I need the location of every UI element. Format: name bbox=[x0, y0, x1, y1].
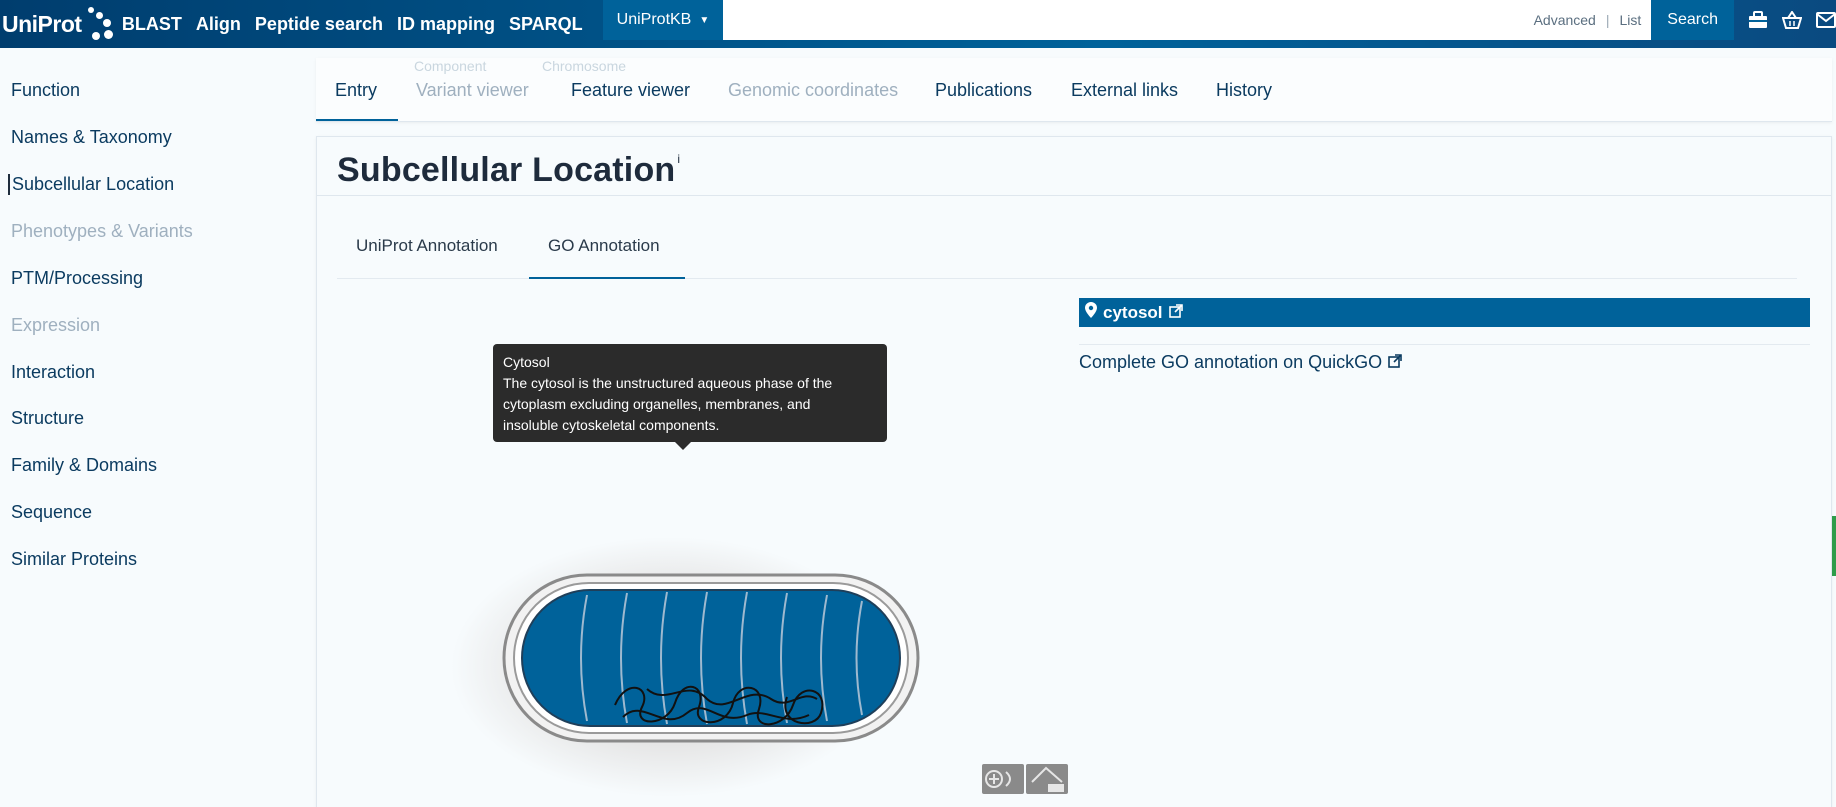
scroll-indicator[interactable] bbox=[1832, 516, 1836, 576]
tooltip-title: Cytosol bbox=[503, 354, 550, 370]
tab-feature-viewer[interactable]: Feature viewer bbox=[571, 80, 690, 101]
sidebar-item-phenotypes-variants: Phenotypes & Variants bbox=[11, 221, 193, 241]
advanced-search-link[interactable]: Advanced bbox=[1534, 12, 1596, 28]
sidebar-item-similar-proteins[interactable]: Similar Proteins bbox=[11, 549, 137, 570]
partner-logos bbox=[982, 764, 1068, 794]
list-search-link[interactable]: List bbox=[1620, 12, 1642, 28]
cytosol-region[interactable] bbox=[521, 589, 901, 727]
subtab-uniprot-annotation[interactable]: UniProt Annotation bbox=[356, 236, 498, 256]
search-links: Advanced | List bbox=[1534, 12, 1642, 28]
subcellular-location-card: Subcellular Location i UniProt Annotation… bbox=[316, 136, 1832, 807]
sidebar-item-expression: Expression bbox=[11, 315, 101, 335]
tooltip-description-line: cytoplasm excluding organelles, membrane… bbox=[503, 396, 811, 412]
nav-align[interactable]: Align bbox=[196, 14, 241, 35]
sidebar-item-sequence[interactable]: Sequence bbox=[11, 502, 92, 523]
tooltip-description-line: insoluble cytoskeletal components. bbox=[503, 417, 720, 433]
basket-icon[interactable] bbox=[1782, 11, 1802, 29]
quickgo-link[interactable]: Complete GO annotation on QuickGO bbox=[1079, 352, 1402, 373]
entry-tabs: Component Chromosome Entry Variant viewe… bbox=[316, 58, 1832, 122]
nav-id-mapping[interactable]: ID mapping bbox=[397, 14, 495, 35]
tab-variant-viewer: Variant viewer bbox=[416, 80, 529, 100]
nav-sparql[interactable]: SPARQL bbox=[509, 14, 583, 35]
divider bbox=[317, 195, 1831, 196]
sidebar-item-function[interactable]: Function bbox=[11, 80, 80, 101]
external-link-icon bbox=[1388, 352, 1402, 373]
section-title: Subcellular Location i bbox=[337, 151, 680, 190]
separator: | bbox=[1605, 12, 1610, 28]
tools-icon[interactable] bbox=[1748, 11, 1768, 29]
quickgo-link-text: Complete GO annotation on QuickGO bbox=[1079, 352, 1383, 372]
ghost-text-chromosome: Chromosome bbox=[542, 58, 627, 74]
sidebar-item-subcellular-location[interactable]: Subcellular Location bbox=[8, 174, 174, 195]
nav-peptide-search[interactable]: Peptide search bbox=[255, 14, 383, 35]
sidebar-item-structure[interactable]: Structure bbox=[11, 408, 84, 429]
top-navigation-bar: UniProt BLAST Align Peptide search ID ma… bbox=[0, 0, 1836, 48]
ghost-text-component: Component bbox=[414, 58, 487, 74]
divider bbox=[1079, 344, 1810, 345]
database-selector-label: UniProtKB bbox=[616, 11, 692, 28]
cytosol-tooltip: Cytosol The cytosol is the unstructured … bbox=[493, 344, 887, 450]
nav-blast[interactable]: BLAST bbox=[122, 14, 182, 35]
active-tab-indicator bbox=[316, 119, 398, 121]
location-cytosol-bar[interactable]: cytosol bbox=[1079, 298, 1810, 327]
subtab-go-annotation[interactable]: GO Annotation bbox=[548, 236, 660, 256]
header-icons bbox=[1748, 11, 1836, 29]
tab-publications[interactable]: Publications bbox=[935, 80, 1032, 101]
mail-icon[interactable] bbox=[1816, 12, 1836, 28]
section-sidebar: Function Names & Taxonomy Subcellular Lo… bbox=[0, 48, 316, 807]
caret-down-icon: ▼ bbox=[699, 14, 710, 26]
tooltip-arrow bbox=[675, 442, 691, 450]
search-button[interactable]: Search bbox=[1651, 0, 1734, 40]
sidebar-item-names-taxonomy[interactable]: Names & Taxonomy bbox=[11, 127, 172, 148]
sidebar-item-family-domains[interactable]: Family & Domains bbox=[11, 455, 157, 476]
search-input[interactable]: Advanced | List bbox=[723, 0, 1652, 40]
database-selector[interactable]: UniProtKB ▼ bbox=[602, 0, 724, 40]
map-pin-icon bbox=[1085, 302, 1097, 323]
cell-illustration bbox=[451, 537, 920, 797]
tooltip-description-line: The cytosol is the unstructured aqueous … bbox=[503, 375, 833, 391]
cell-diagram bbox=[437, 427, 957, 807]
section-title-text: Subcellular Location bbox=[337, 151, 676, 189]
logo-dots-icon bbox=[84, 4, 118, 44]
tab-entry[interactable]: Entry bbox=[335, 80, 377, 101]
location-label: cytosol bbox=[1103, 302, 1163, 322]
swissbiopics-logo-icon[interactable] bbox=[982, 764, 1024, 794]
tab-genomic-coordinates: Genomic coordinates bbox=[728, 80, 899, 100]
active-subtab-indicator bbox=[529, 277, 685, 279]
external-link-icon bbox=[1168, 303, 1183, 323]
sidebar-item-ptm-processing[interactable]: PTM/Processing bbox=[11, 268, 143, 289]
logo-text: UniProt bbox=[2, 10, 82, 37]
sib-logo-icon[interactable] bbox=[1026, 764, 1068, 794]
main-nav: BLAST Align Peptide search ID mapping SP… bbox=[122, 0, 597, 48]
tab-history[interactable]: History bbox=[1216, 80, 1272, 101]
sidebar-item-interaction[interactable]: Interaction bbox=[11, 362, 95, 383]
info-marker[interactable]: i bbox=[677, 152, 680, 166]
uniprot-logo[interactable]: UniProt bbox=[0, 0, 122, 48]
tab-external-links[interactable]: External links bbox=[1071, 80, 1178, 101]
